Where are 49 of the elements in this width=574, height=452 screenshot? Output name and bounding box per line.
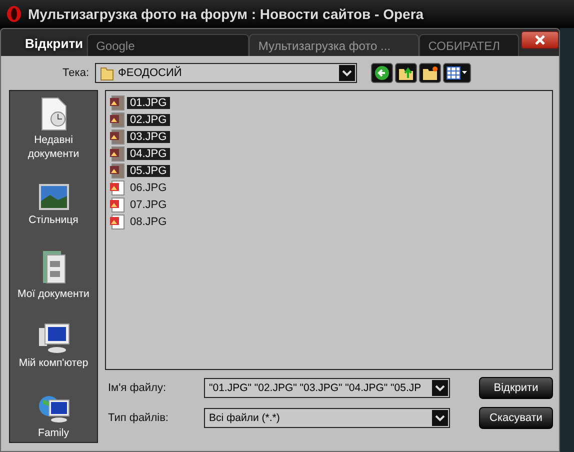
back-button[interactable] bbox=[371, 63, 393, 83]
grid-caret-icon bbox=[446, 66, 468, 80]
browser-tab[interactable]: Мультизагрузка фото ... bbox=[249, 34, 420, 56]
image-file-icon bbox=[109, 112, 125, 128]
close-button[interactable] bbox=[520, 31, 559, 49]
window-title: Мультизагрузка фото на форум : Новости сайтов - Opera bbox=[28, 6, 424, 22]
image-file-icon bbox=[109, 196, 125, 212]
dialog-title: Відкрити bbox=[24, 36, 84, 53]
folder-icon bbox=[100, 65, 114, 81]
browser-tab[interactable]: СОБИРАТЕЛ bbox=[419, 34, 519, 56]
folder-up-arrow-icon bbox=[398, 65, 414, 81]
file-type-label: Тип файлів: bbox=[107, 412, 170, 424]
file-item[interactable]: 04.JPG bbox=[127, 148, 170, 160]
places-item[interactable]: Недавні документи bbox=[10, 97, 96, 161]
close-icon bbox=[534, 35, 546, 45]
file-name-label: Ім'я файлу: bbox=[107, 382, 168, 394]
open-button[interactable]: Відкрити bbox=[479, 377, 553, 399]
file-item[interactable]: 06.JPG bbox=[127, 182, 170, 194]
look-in-dropdown[interactable]: ФЕОДОСИЙ bbox=[95, 63, 357, 83]
new-folder-button[interactable] bbox=[419, 63, 441, 83]
letter-o-logo-icon bbox=[6, 5, 22, 23]
file-item[interactable]: 05.JPG bbox=[127, 164, 170, 176]
file-item[interactable]: 03.JPG bbox=[127, 130, 170, 142]
image-file-icon bbox=[109, 146, 125, 162]
up-folder-button[interactable] bbox=[395, 63, 417, 83]
document-clock-icon bbox=[40, 97, 68, 131]
file-item[interactable]: 01.JPG bbox=[127, 96, 170, 108]
places-item[interactable]: Стільниця bbox=[10, 182, 96, 227]
image-file-icon bbox=[109, 214, 125, 230]
look-in-label: Тека: bbox=[62, 67, 90, 79]
image-file-icon bbox=[109, 180, 125, 196]
image-file-icon bbox=[109, 94, 125, 110]
cancel-button[interactable]: Скасувати bbox=[479, 407, 553, 429]
file-type-dropdown[interactable]: Всі файли (*.*) bbox=[204, 408, 450, 428]
computer-monitor-icon bbox=[36, 322, 70, 354]
documents-folder-icon bbox=[40, 248, 66, 284]
folder-star-icon bbox=[422, 65, 438, 81]
places-item[interactable]: Мої документи bbox=[10, 248, 96, 300]
browser-tab[interactable]: Google bbox=[87, 34, 250, 56]
file-item[interactable]: 07.JPG bbox=[127, 198, 170, 210]
places-item[interactable]: Мій комп'ютер bbox=[10, 322, 96, 370]
file-item[interactable]: 02.JPG bbox=[127, 114, 170, 126]
image-file-icon bbox=[109, 162, 125, 178]
file-item[interactable]: 08.JPG bbox=[127, 216, 170, 228]
file-name-field[interactable]: "01.JPG" "02.JPG" "03.JPG" "04.JPG" "05.JP bbox=[204, 378, 450, 398]
places-item[interactable]: Family bbox=[10, 392, 96, 440]
landscape-picture-icon bbox=[38, 182, 70, 211]
view-menu-button[interactable] bbox=[443, 63, 471, 83]
image-file-icon bbox=[109, 128, 125, 144]
